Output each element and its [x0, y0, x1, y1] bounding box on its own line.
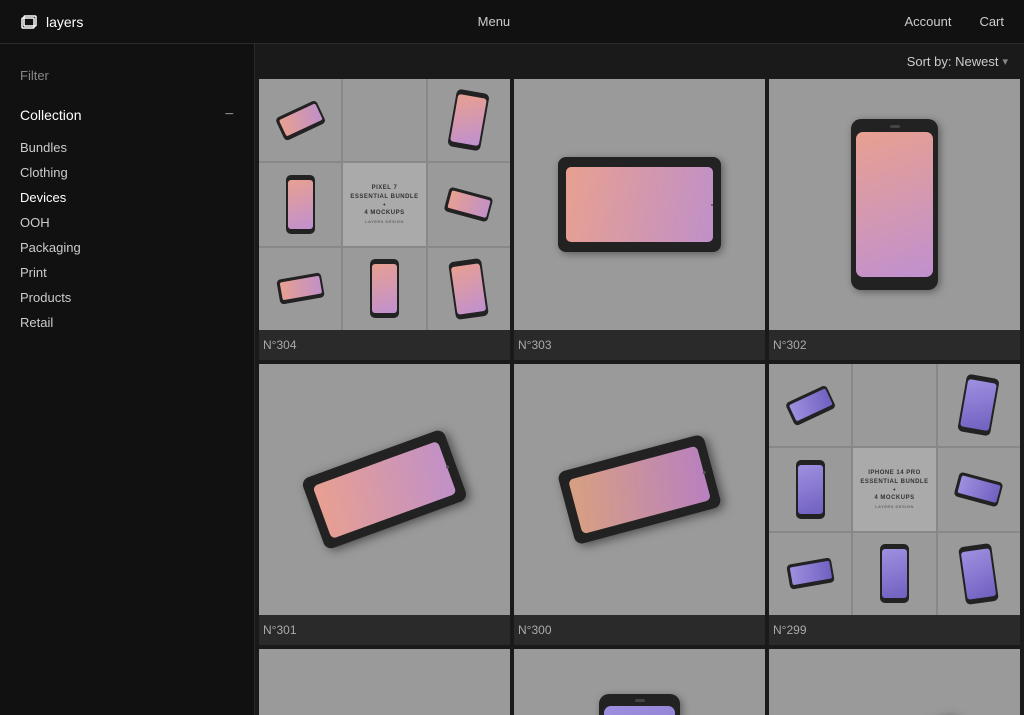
product-card-303[interactable]: N°303: [514, 79, 765, 360]
sort-select[interactable]: Sort by: Newest ▾: [907, 54, 1008, 69]
phone-300: [557, 434, 722, 546]
phone-302: [851, 119, 939, 290]
product-grid: PIXEL 7 ESSENTIAL BUNDLE ✦ 4 MOCKUPS LAY…: [255, 79, 1024, 715]
header: layers Menu Account Cart: [0, 0, 1024, 44]
sidebar-item-ooh[interactable]: OOH: [0, 210, 254, 235]
screen-302: [856, 132, 933, 277]
sidebar-item-packaging[interactable]: Packaging: [0, 235, 254, 260]
phone-297: [599, 694, 679, 715]
product-card-298[interactable]: N°298: [259, 649, 510, 715]
product-image-300: [514, 364, 765, 615]
bundle-304-subtitle: ESSENTIAL BUNDLE: [350, 193, 418, 201]
product-label-300: N°300: [514, 615, 765, 645]
sidebar: Filter Collection − Bundles Clothing Dev…: [0, 44, 255, 715]
product-label-304: N°304: [259, 330, 510, 360]
logo-icon: [20, 13, 38, 31]
screen-303: [566, 167, 713, 241]
product-label-302: N°302: [769, 330, 1020, 360]
bundle-304-brand: LAYERS DESIGN: [350, 219, 418, 225]
product-image-298: [259, 649, 510, 715]
product-image-297: [514, 649, 765, 715]
sort-bar: Sort by: Newest ▾: [255, 44, 1024, 79]
header-nav: Menu: [478, 14, 511, 29]
sidebar-item-clothing[interactable]: Clothing: [0, 160, 254, 185]
product-card-301[interactable]: N°301: [259, 364, 510, 645]
collapse-icon: −: [225, 107, 234, 123]
bundle-299-title: IPHONE 14 PRO: [860, 469, 928, 477]
product-image-301: [259, 364, 510, 615]
sort-chevron-icon: ▾: [1002, 55, 1008, 68]
product-card-299[interactable]: IPHONE 14 PRO ESSENTIAL BUNDLE ✦ 4 MOCKU…: [769, 364, 1020, 645]
screen-300: [568, 445, 710, 533]
phone-303: [558, 157, 721, 252]
product-card-300[interactable]: N°300: [514, 364, 765, 645]
product-label-303: N°303: [514, 330, 765, 360]
product-card-296[interactable]: N°296: [769, 649, 1020, 715]
product-image-299: IPHONE 14 PRO ESSENTIAL BUNDLE ✦ 4 MOCKU…: [769, 364, 1020, 615]
product-image-302: [769, 79, 1020, 330]
sidebar-item-products[interactable]: Products: [0, 285, 254, 310]
main-layout: Filter Collection − Bundles Clothing Dev…: [0, 44, 1024, 715]
screen-297: [604, 706, 675, 715]
bundle-304-title: PIXEL 7: [350, 184, 418, 192]
collection-label: Collection: [20, 107, 81, 123]
bundle-299-count: 4 MOCKUPS: [860, 494, 928, 502]
bundle-299-subtitle: ESSENTIAL BUNDLE: [860, 478, 928, 486]
product-card-297[interactable]: N°297: [514, 649, 765, 715]
product-image-296: [769, 649, 1020, 715]
main-content: Sort by: Newest ▾: [255, 44, 1024, 715]
sidebar-item-devices[interactable]: Devices: [0, 185, 254, 210]
category-menu: Bundles Clothing Devices OOH Packaging P…: [0, 131, 254, 339]
phone-301: [301, 428, 468, 550]
sidebar-item-retail[interactable]: Retail: [0, 310, 254, 335]
menu-link[interactable]: Menu: [478, 14, 511, 29]
sidebar-item-print[interactable]: Print: [0, 260, 254, 285]
logo-text: layers: [46, 14, 83, 30]
bundle-299-brand: LAYERS DESIGN: [860, 504, 928, 510]
filter-label: Filter: [0, 60, 254, 99]
product-image-303: [514, 79, 765, 330]
product-label-301: N°301: [259, 615, 510, 645]
screen-301: [313, 441, 457, 539]
collection-section-header[interactable]: Collection −: [0, 99, 254, 131]
product-card-304[interactable]: PIXEL 7 ESSENTIAL BUNDLE ✦ 4 MOCKUPS LAY…: [259, 79, 510, 360]
product-image-304: PIXEL 7 ESSENTIAL BUNDLE ✦ 4 MOCKUPS LAY…: [259, 79, 510, 330]
sort-label: Sort by: Newest: [907, 54, 999, 69]
cart-link[interactable]: Cart: [979, 14, 1004, 29]
sidebar-item-bundles[interactable]: Bundles: [0, 135, 254, 160]
product-card-302[interactable]: N°302: [769, 79, 1020, 360]
account-link[interactable]: Account: [904, 14, 951, 29]
logo[interactable]: layers: [20, 13, 83, 31]
bundle-304-count: 4 MOCKUPS: [350, 209, 418, 217]
product-label-299: N°299: [769, 615, 1020, 645]
